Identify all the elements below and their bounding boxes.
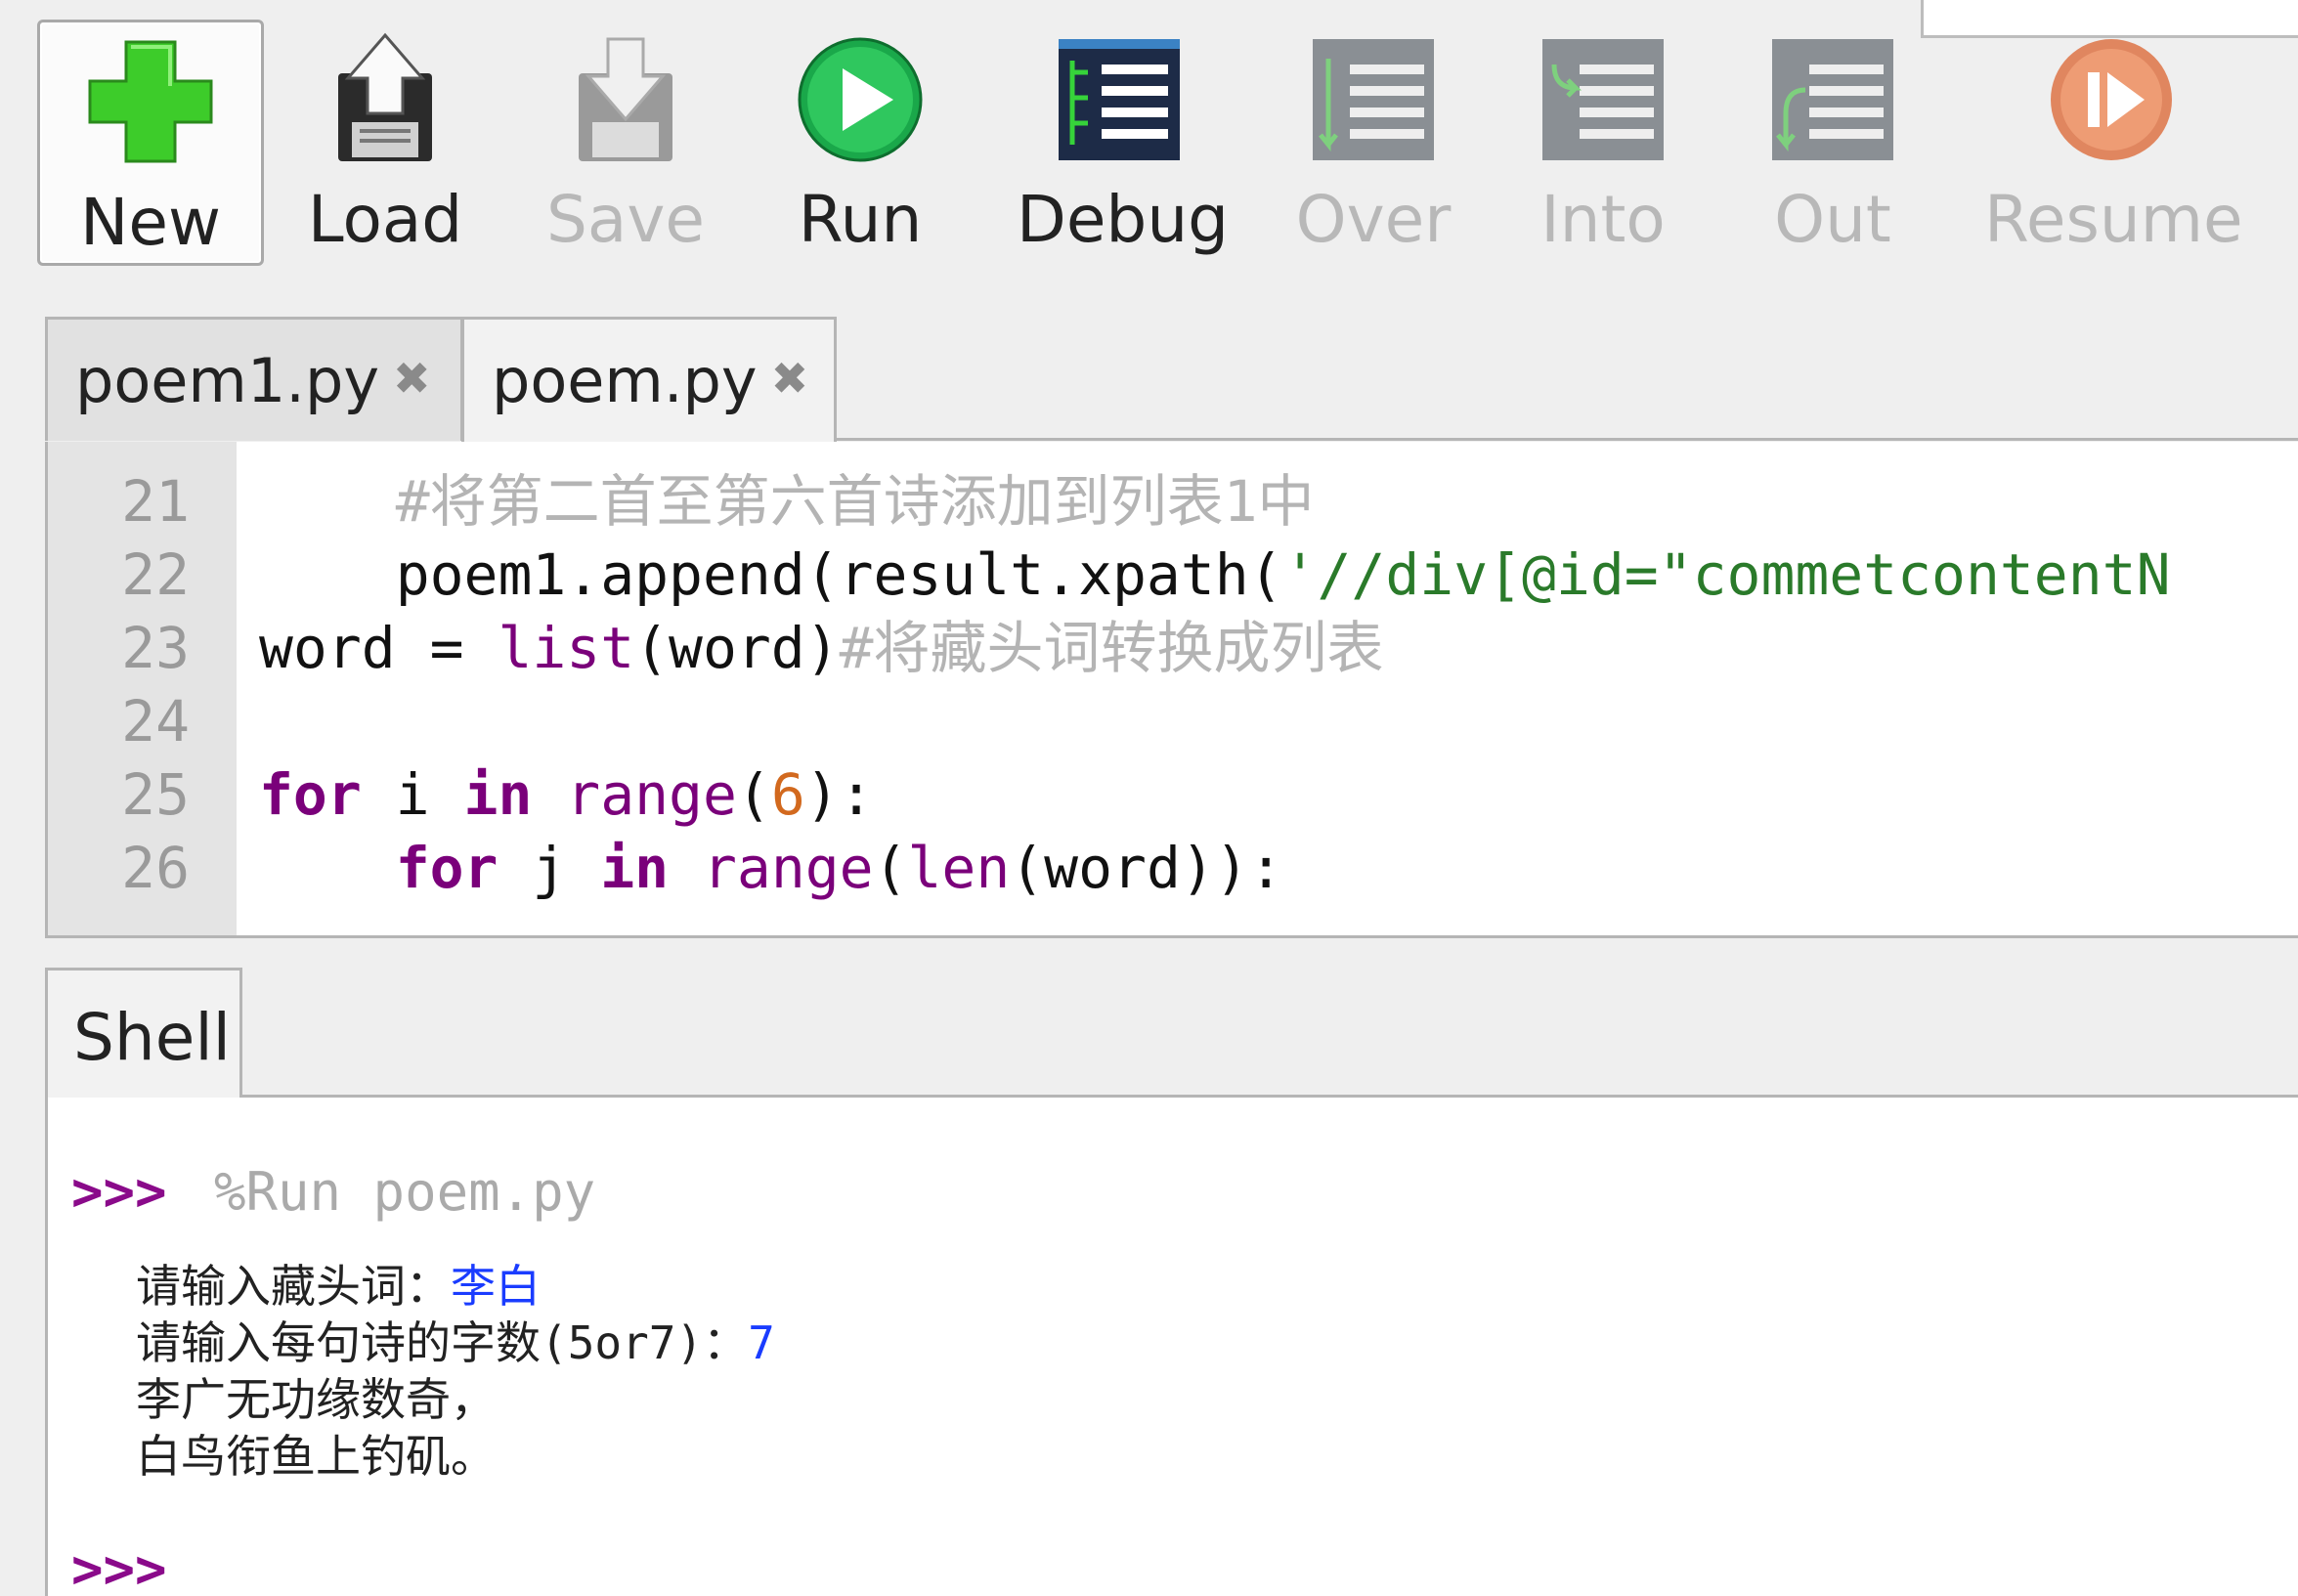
load-button[interactable]: Load — [287, 20, 483, 266]
step-over-icon — [1313, 39, 1434, 160]
shell-output-line: 李广无功缘数奇， — [136, 1373, 496, 1426]
step-into-icon — [1542, 39, 1664, 160]
debug-button[interactable]: Debug — [1017, 20, 1230, 266]
shell-prompt: >>> — [71, 1161, 167, 1223]
keyword: in — [600, 835, 670, 901]
keyword: for — [395, 835, 499, 901]
comment: #将藏头词转换成列表 — [839, 615, 1384, 681]
code-line-25: for i in range(6): — [259, 761, 874, 828]
debug-icon — [1059, 39, 1180, 160]
new-label: New — [80, 185, 221, 260]
editor-tabbar: poem1.py ✖ poem.py ✖ — [45, 317, 2298, 446]
new-button[interactable]: New — [37, 20, 264, 266]
line-number: 24 — [121, 688, 190, 755]
shell-console[interactable]: >>> %Run poem.py 请输入藏头词：李白 请输入每句诗的字数(5or… — [45, 1098, 2298, 1596]
plus-icon — [88, 40, 213, 163]
line-number: 25 — [121, 761, 190, 828]
line-number: 23 — [121, 615, 190, 681]
line-number-gutter: 21 22 23 24 25 26 — [48, 442, 237, 935]
step-into-button[interactable]: Into — [1500, 20, 1706, 266]
debug-label: Debug — [1017, 182, 1230, 257]
step-out-button[interactable]: Out — [1730, 20, 1935, 266]
shell-output-line: 请输入每句诗的字数(5or7)：7 — [136, 1316, 775, 1369]
resume-label: Resume — [1984, 182, 2243, 257]
step-into-label: Into — [1540, 182, 1666, 257]
shell-tab-label: Shell — [73, 1000, 232, 1075]
tab-poem1[interactable]: poem1.py ✖ — [45, 317, 463, 441]
run-button[interactable]: Run — [762, 20, 958, 266]
step-over-button[interactable]: Over — [1271, 20, 1476, 266]
string-literal: '//div[@id="commetcontentN — [1282, 541, 2171, 608]
save-label: Save — [545, 182, 705, 257]
line-number: 26 — [121, 835, 190, 901]
builtin: range — [669, 835, 874, 901]
keyword: for — [259, 761, 362, 828]
save-button[interactable]: Save — [528, 20, 723, 266]
number-literal: 6 — [770, 761, 805, 828]
shell-output-line: 请输入藏头词：李白 — [136, 1260, 541, 1313]
keyword: in — [463, 761, 533, 828]
tab-shell[interactable]: Shell — [45, 968, 242, 1100]
shell-output-line: 白鸟衔鱼上钓矶。 — [136, 1430, 496, 1483]
user-input: 李白 — [451, 1260, 541, 1313]
tab-divider — [835, 438, 2298, 441]
builtin: range — [532, 761, 737, 828]
code-line-22: poem1.append(result.xpath('//div[@id="co… — [395, 541, 2171, 608]
run-icon — [798, 37, 923, 162]
step-out-label: Out — [1774, 182, 1891, 257]
code-line-21: #将第二首至第六首诗添加到列表1中 — [259, 473, 1315, 530]
step-over-label: Over — [1295, 182, 1452, 257]
code-editor[interactable]: 21 22 23 24 25 26 #将第二首至第六首诗添加到列表1中 poem… — [45, 442, 2298, 938]
user-input: 7 — [748, 1316, 775, 1369]
run-label: Run — [798, 182, 923, 257]
load-icon — [338, 32, 432, 161]
tab-poem[interactable]: poem.py ✖ — [461, 317, 837, 446]
resume-button[interactable]: Resume — [1984, 20, 2243, 266]
builtin: len — [907, 835, 1011, 901]
line-number: 21 — [121, 468, 190, 535]
code-line-26: for j in range(len(word)): — [395, 835, 1283, 901]
shell-prompt: >>> — [71, 1538, 167, 1596]
comment: #将第二首至第六首诗添加到列表1中 — [395, 468, 1315, 535]
toolbar: New Load Save Run Debug Over Into Out Re… — [0, 0, 2298, 293]
close-icon[interactable]: ✖ — [771, 352, 809, 405]
tab-label: poem.py — [492, 345, 758, 416]
load-label: Load — [307, 182, 463, 257]
code-line-23: word = list(word)#将藏头词转换成列表 — [259, 615, 1384, 681]
close-icon[interactable]: ✖ — [393, 352, 431, 405]
line-number: 22 — [121, 541, 190, 608]
resume-icon — [2051, 39, 2172, 160]
save-icon — [579, 37, 672, 161]
shell-command: %Run poem.py — [214, 1161, 596, 1223]
step-out-icon — [1772, 39, 1893, 160]
builtin: list — [498, 615, 635, 681]
tab-label: poem1.py — [75, 345, 380, 416]
